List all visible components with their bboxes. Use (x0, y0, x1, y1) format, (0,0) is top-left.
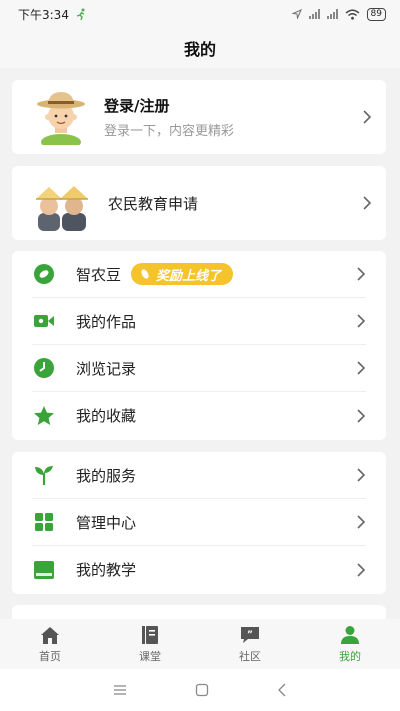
menu-group-1: 智农豆 奖励上线了 我的作品 浏览记录 我的收藏 (12, 251, 386, 440)
status-time: 下午3:34 (18, 7, 69, 22)
community-icon: ” (241, 626, 259, 643)
menu-item-my-teaching[interactable]: 我的教学 (32, 546, 366, 593)
tab-label-home: 首页 (39, 649, 61, 663)
battery-indicator: 89 (366, 7, 386, 21)
menu-icon[interactable] (113, 684, 127, 696)
menu-label-history: 浏览记录 (76, 359, 137, 378)
farmers-group-icon (36, 186, 88, 231)
menu-label-my-services: 我的服务 (76, 466, 137, 485)
bean-icon (141, 269, 149, 279)
menu-item-my-works[interactable]: 我的作品 (32, 298, 366, 345)
tab-community[interactable]: ” 社区 (200, 619, 300, 669)
reward-promo-badge[interactable]: 奖励上线了 (131, 263, 234, 285)
classroom-icon (142, 625, 158, 644)
menu-label-favorites: 我的收藏 (76, 407, 137, 425)
status-bar: 下午3:34 89 (0, 0, 400, 28)
tab-home[interactable]: 首页 (0, 619, 100, 669)
chevron-right-icon (357, 468, 366, 482)
promo-text: 奖励上线了 (156, 268, 222, 284)
menu-item-zhinongdou[interactable]: 智农豆 奖励上线了 (32, 251, 366, 298)
sprout-icon (32, 463, 56, 487)
page-header: 我的 (0, 28, 400, 68)
system-nav-bar (0, 669, 400, 711)
video-icon (32, 309, 56, 333)
bottom-tab-bar: 首页 课堂 ” 社区 我的 (0, 619, 400, 669)
svg-text:”: ” (247, 630, 253, 640)
page-title: 我的 (183, 40, 216, 59)
bean-icon (32, 262, 56, 286)
farmer-avatar-icon (37, 92, 85, 145)
wifi-icon (345, 9, 359, 20)
menu-label-zhinongdou: 智农豆 (76, 265, 122, 284)
chevron-right-icon (357, 562, 366, 577)
menu-item-history[interactable]: 浏览记录 (32, 345, 366, 392)
chevron-right-icon (363, 196, 372, 210)
menu-item-management[interactable]: 管理中心 (32, 499, 366, 546)
tab-label-profile: 我的 (339, 649, 361, 663)
chevron-right-icon (357, 267, 366, 281)
menu-label-my-teaching: 我的教学 (76, 561, 137, 579)
chevron-right-icon (357, 361, 366, 375)
profile-icon (341, 625, 359, 644)
running-man-icon (76, 8, 85, 20)
tab-classroom[interactable]: 课堂 (100, 619, 200, 669)
signal-icon (308, 9, 320, 19)
login-card[interactable]: 登录/注册 登录一下，内容更精彩 (12, 80, 386, 154)
tab-profile[interactable]: 我的 (300, 619, 400, 669)
signal-icon-2 (326, 9, 338, 19)
menu-item-favorites[interactable]: 我的收藏 (32, 392, 366, 439)
location-arrow-icon (291, 9, 302, 19)
grid-icon (32, 510, 56, 534)
login-title: 登录/注册 (104, 97, 170, 115)
menu-item-my-services[interactable]: 我的服务 (32, 452, 366, 499)
star-icon (32, 404, 56, 428)
chevron-right-icon (357, 408, 366, 423)
menu-label-my-works: 我的作品 (76, 312, 137, 331)
login-subtitle: 登录一下，内容更精彩 (104, 124, 235, 139)
menu-label-management: 管理中心 (76, 513, 137, 532)
chevron-right-icon (357, 314, 366, 328)
back-icon[interactable] (277, 683, 287, 697)
book-icon (32, 558, 56, 582)
home-square-icon[interactable] (195, 683, 209, 697)
farmer-education-label: 农民教育申请 (108, 194, 199, 213)
clock-icon (32, 356, 56, 380)
menu-group-2: 我的服务 管理中心 我的教学 (12, 452, 386, 594)
home-icon (41, 626, 59, 644)
tab-label-classroom: 课堂 (139, 649, 161, 663)
tab-label-community: 社区 (239, 649, 261, 663)
farmer-education-card[interactable]: 农民教育申请 (12, 166, 386, 240)
chevron-right-icon (363, 110, 372, 124)
chevron-right-icon (357, 515, 366, 529)
